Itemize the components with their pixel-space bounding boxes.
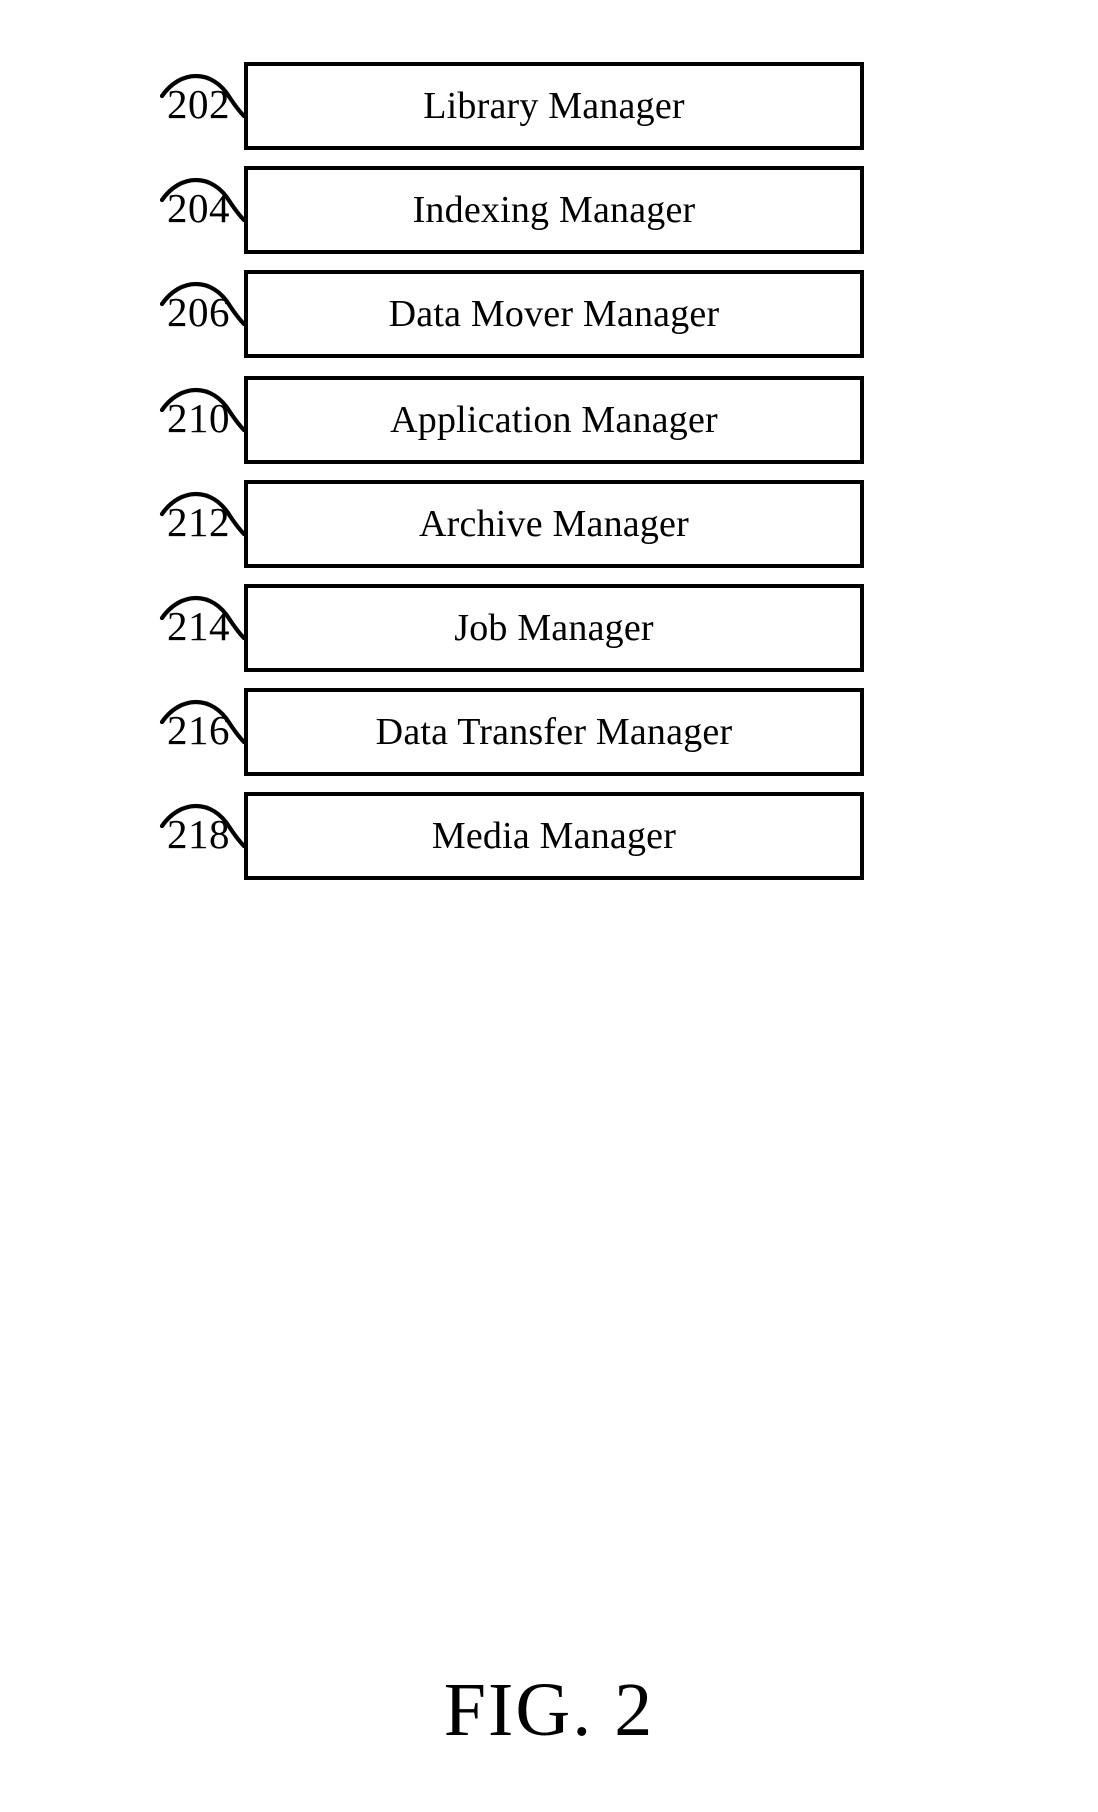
block-label: Indexing Manager (412, 189, 696, 231)
block-job-manager[interactable]: Job Manager (244, 584, 864, 672)
block-row: 214 Job Manager (0, 576, 1098, 680)
block-row: 210 Application Manager (0, 368, 1098, 472)
block-label: Data Mover Manager (388, 293, 720, 335)
block-row: 206 Data Mover Manager (0, 262, 1098, 366)
block-row: 202 Library Manager (0, 54, 1098, 158)
block-label: Media Manager (431, 815, 677, 857)
block-row: 204 Indexing Manager (0, 158, 1098, 262)
block-label: Library Manager (423, 85, 685, 127)
block-row: 212 Archive Manager (0, 472, 1098, 576)
block-label: Job Manager (454, 607, 654, 649)
block-diagram-stack: 202 Library Manager 204 Indexing Manager… (0, 0, 1098, 900)
block-application-manager[interactable]: Application Manager (244, 376, 864, 464)
block-archive-manager[interactable]: Archive Manager (244, 480, 864, 568)
patent-figure-sheet: 202 Library Manager 204 Indexing Manager… (0, 0, 1098, 1812)
block-indexing-manager[interactable]: Indexing Manager (244, 166, 864, 254)
block-label: Archive Manager (419, 503, 689, 545)
block-data-transfer-manager[interactable]: Data Transfer Manager (244, 688, 864, 776)
block-library-manager[interactable]: Library Manager (244, 62, 864, 150)
figure-caption: FIG. 2 (443, 1668, 655, 1752)
block-media-manager[interactable]: Media Manager (244, 792, 864, 880)
block-data-mover-manager[interactable]: Data Mover Manager (244, 270, 864, 358)
block-label: Data Transfer Manager (375, 711, 733, 753)
block-label: Application Manager (390, 399, 718, 441)
block-row: 218 Media Manager (0, 784, 1098, 888)
block-row: 216 Data Transfer Manager (0, 680, 1098, 784)
